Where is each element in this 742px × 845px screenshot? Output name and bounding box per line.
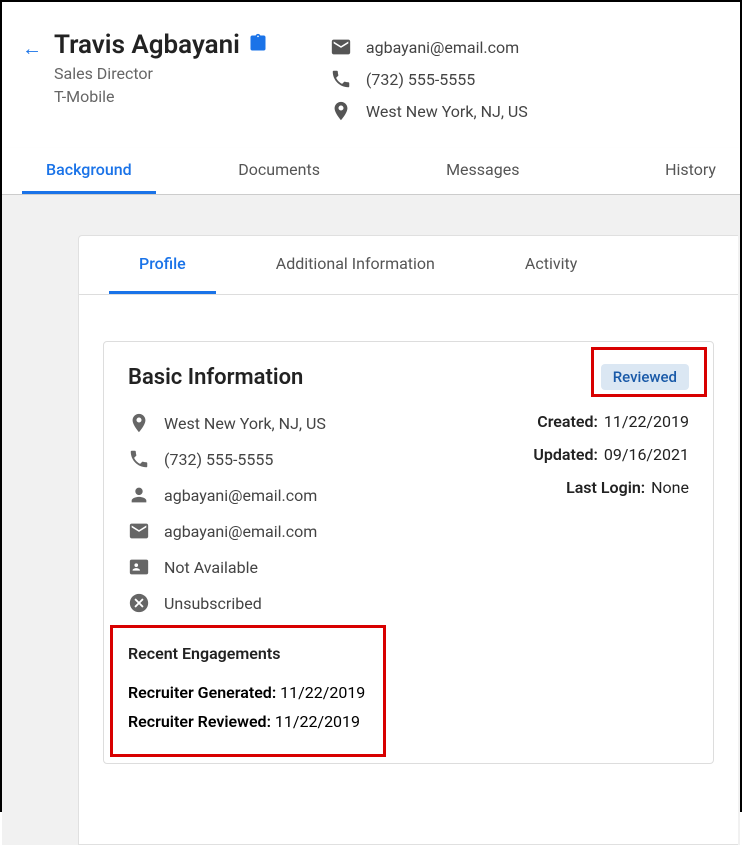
info-phone: (732) 555-5555: [128, 448, 503, 470]
id-card-icon: [128, 556, 150, 578]
basic-info-title: Basic Information: [128, 365, 303, 390]
meta-created: Created: 11/22/2019: [533, 412, 689, 431]
phone-icon: [128, 448, 150, 470]
meta-last-login: Last Login: None: [533, 478, 689, 497]
info-location-text: West New York, NJ, US: [164, 414, 326, 433]
info-card: Not Available: [128, 556, 503, 578]
engagement-generated-label: Recruiter Generated:: [128, 683, 276, 702]
email-icon: [330, 36, 352, 58]
engagement-reviewed-val: 11/22/2019: [275, 712, 360, 731]
info-person-email: agbayani@email.com: [128, 484, 503, 506]
tab-background[interactable]: Background: [22, 148, 156, 194]
contact-phone[interactable]: (732) 555-5555: [330, 68, 528, 90]
basic-info-card: Basic Information Reviewed West New York…: [103, 341, 714, 764]
info-phone-text: (732) 555-5555: [164, 450, 273, 469]
engagement-generated: Recruiter Generated: 11/22/2019: [128, 683, 689, 702]
person-title: Sales Director: [54, 64, 268, 83]
contact-phone-text: (732) 555-5555: [366, 70, 475, 89]
clipboard-icon[interactable]: [248, 33, 268, 58]
location-icon: [128, 412, 150, 434]
recent-engagements: Recent Engagements Recruiter Generated: …: [128, 644, 689, 731]
sub-tabs: Profile Additional Information Activity: [79, 236, 738, 295]
info-email: agbayani@email.com: [128, 520, 503, 542]
engagements-title: Recent Engagements: [128, 644, 689, 663]
contact-email-text: agbayani@email.com: [366, 38, 519, 57]
meta-last-login-label: Last Login:: [566, 478, 645, 497]
tab-documents[interactable]: Documents: [214, 148, 344, 194]
cancel-icon: [128, 592, 150, 614]
engagement-generated-val: 11/22/2019: [280, 683, 365, 702]
header: ← Travis Agbayani Sales Director T-Mobil…: [2, 2, 740, 122]
subtab-activity[interactable]: Activity: [495, 236, 607, 294]
info-location: West New York, NJ, US: [128, 412, 503, 434]
content-area: Profile Additional Information Activity …: [2, 195, 740, 845]
meta-last-login-val: None: [651, 478, 689, 497]
contact-location-text: West New York, NJ, US: [366, 102, 528, 121]
basic-info-left: West New York, NJ, US (732) 555-5555 agb…: [128, 412, 503, 614]
contact-location[interactable]: West New York, NJ, US: [330, 100, 528, 122]
tab-messages[interactable]: Messages: [422, 148, 543, 194]
meta-updated-val: 09/16/2021: [604, 445, 689, 464]
person-name: Travis Agbayani: [54, 30, 240, 60]
info-email-text: agbayani@email.com: [164, 522, 317, 541]
engagement-reviewed-label: Recruiter Reviewed:: [128, 712, 271, 731]
info-subscription: Unsubscribed: [128, 592, 503, 614]
contact-block: agbayani@email.com (732) 555-5555 West N…: [330, 36, 528, 122]
person-icon: [128, 484, 150, 506]
meta-created-val: 11/22/2019: [604, 412, 689, 431]
engagement-reviewed: Recruiter Reviewed: 11/22/2019: [128, 712, 689, 731]
info-person-email-text: agbayani@email.com: [164, 486, 317, 505]
reviewed-badge[interactable]: Reviewed: [601, 364, 689, 390]
person-company: T-Mobile: [54, 87, 268, 106]
subtab-profile[interactable]: Profile: [109, 236, 216, 294]
subtab-additional[interactable]: Additional Information: [246, 236, 465, 294]
back-arrow-icon[interactable]: ←: [22, 36, 42, 61]
main-tabs: Background Documents Messages History: [2, 148, 740, 195]
meta-updated-label: Updated:: [533, 445, 597, 464]
meta-created-label: Created:: [537, 412, 598, 431]
contact-email[interactable]: agbayani@email.com: [330, 36, 528, 58]
email-icon: [128, 520, 150, 542]
phone-icon: [330, 68, 352, 90]
basic-info-right: Created: 11/22/2019 Updated: 09/16/2021 …: [533, 412, 689, 614]
info-subscription-text: Unsubscribed: [164, 594, 262, 613]
info-card-text: Not Available: [164, 558, 258, 577]
person-summary: Travis Agbayani Sales Director T-Mobile: [54, 30, 268, 106]
location-icon: [330, 100, 352, 122]
profile-card: Profile Additional Information Activity …: [78, 235, 738, 845]
meta-updated: Updated: 09/16/2021: [533, 445, 689, 464]
tab-history[interactable]: History: [641, 148, 740, 194]
